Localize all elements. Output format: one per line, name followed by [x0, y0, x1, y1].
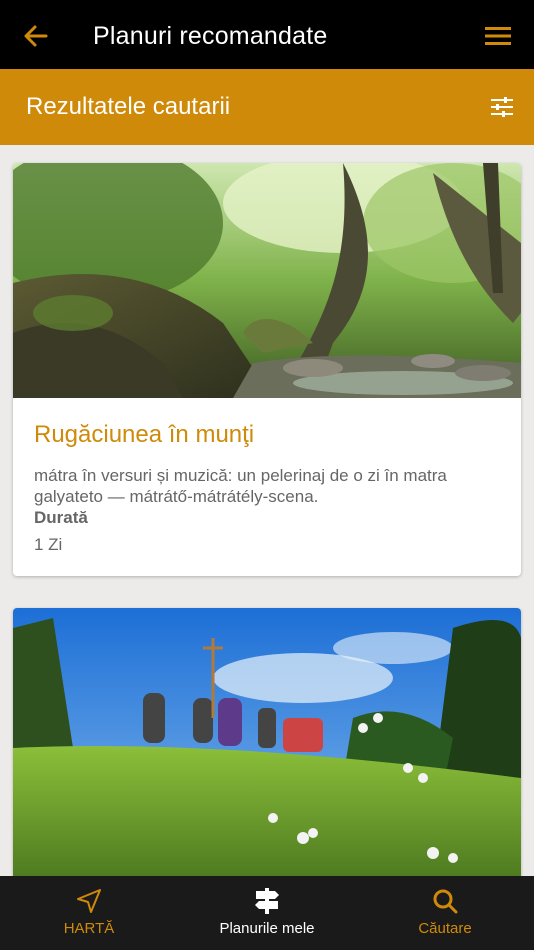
duration-value: 1 Zi: [34, 535, 63, 554]
hamburger-menu-icon: [485, 27, 511, 45]
plan-title: Rugăciunea în munţi: [34, 421, 255, 448]
signpost-icon: [252, 886, 282, 916]
search-icon: [430, 886, 460, 916]
nav-item-search[interactable]: Căutare: [356, 876, 534, 950]
page-title: Planuri recomandate: [93, 22, 328, 50]
plan-card[interactable]: Rugăciunea în munţi mátra în versuri și …: [13, 163, 521, 576]
plan-card[interactable]: [13, 608, 521, 876]
app-bar: Planuri recomandate: [0, 0, 534, 69]
results-list[interactable]: Rugăciunea în munţi mátra în versuri și …: [0, 145, 534, 876]
results-title: Rezultatele cautarii: [26, 93, 231, 120]
sliders-filter-icon: [491, 97, 513, 117]
nav-item-my-plans[interactable]: Planurile mele: [178, 876, 356, 950]
nav-item-map[interactable]: HARTĂ: [0, 876, 178, 950]
bottom-navigation: HARTĂ Planurile mele Căutare: [0, 876, 534, 950]
results-header: Rezultatele cautarii: [0, 69, 534, 145]
filter-button[interactable]: [488, 93, 516, 121]
navigation-arrow-icon: [74, 886, 104, 916]
forest-stream-photo: [13, 163, 521, 398]
menu-button[interactable]: [484, 22, 512, 50]
pilgrims-meadow-photo: [13, 608, 521, 876]
back-button[interactable]: [20, 20, 52, 52]
nav-label-search: Căutare: [418, 920, 472, 937]
plan-description: mátra în versuri și muzică: un pelerinaj…: [34, 466, 447, 506]
nav-label-map: HARTĂ: [63, 920, 115, 937]
arrow-left-icon: [24, 25, 48, 47]
nav-label-my-plans: Planurile mele: [219, 920, 315, 937]
duration-label: Durată: [34, 508, 88, 527]
